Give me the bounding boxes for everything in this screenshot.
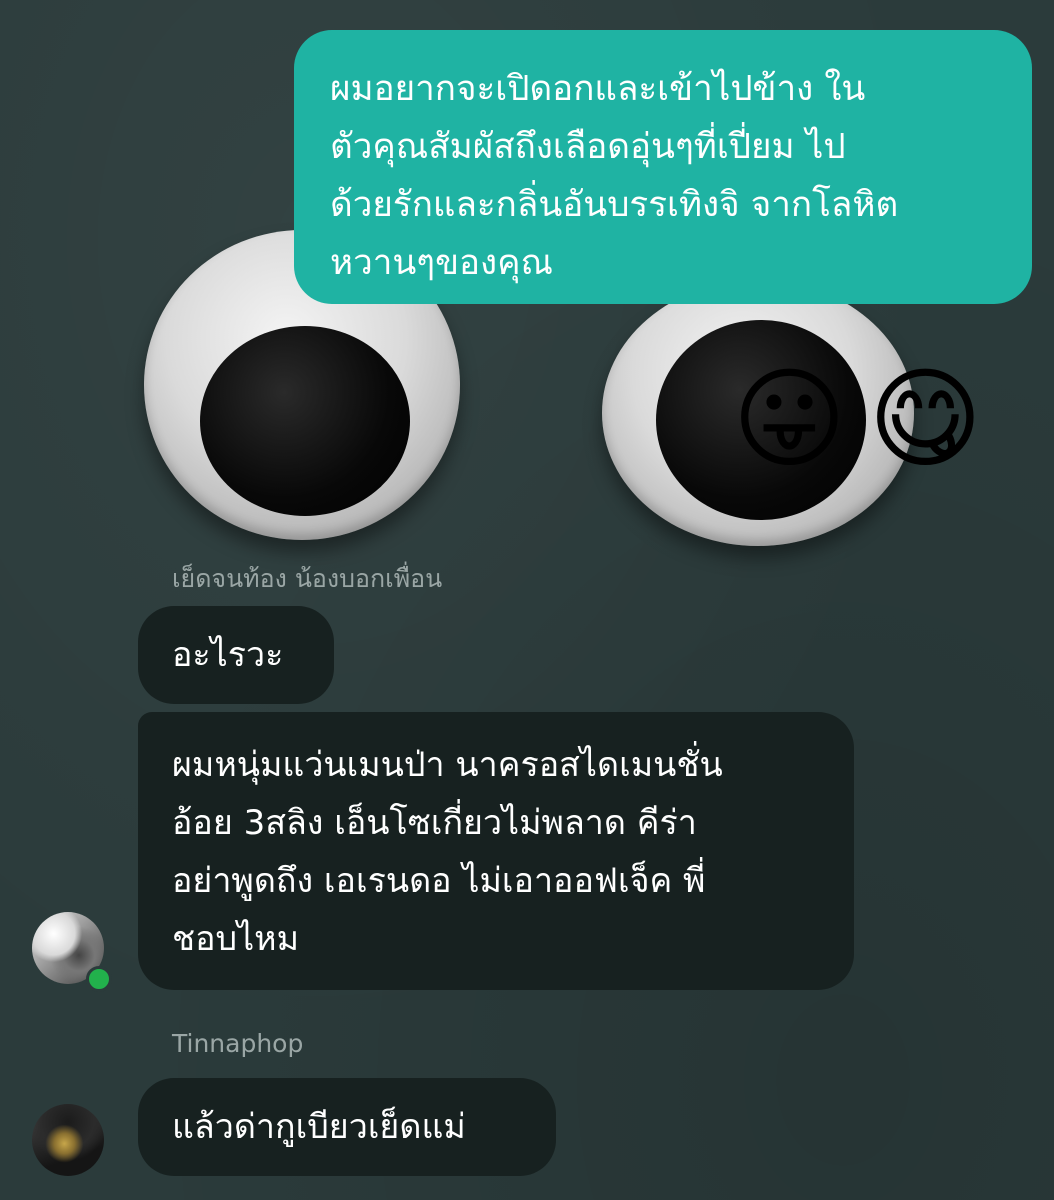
message-line: ด้วยรักและกลิ่นอันบรรเทิงจิ จากโลหิต — [330, 185, 899, 225]
sender-name: เย็ดจนท้อง น้องบอกเพื่อน — [172, 564, 443, 593]
incoming-message-bubble[interactable]: อะไรวะ — [138, 606, 334, 704]
chat-conversation[interactable]: 😛 😋 ผมอยากจะเปิดอกและเข้าไปข้าง ใน ตัวคุ… — [0, 0, 1054, 1200]
message-line: ผมอยากจะเปิดอกและเข้าไปข้าง ใน — [330, 69, 866, 109]
online-status-indicator — [86, 966, 112, 992]
message-line: อย่าพูดถึง เอเรนดอ ไม่เอาออฟเจ็ค พี่ — [172, 861, 706, 901]
message-line: ชอบไหม — [172, 919, 300, 959]
incoming-message-bubble[interactable]: ผมหนุ่มแว่นเมนป่า นาครอสไดเมนชั่น อ้อย 3… — [138, 712, 854, 990]
message-line: อะไรวะ — [172, 635, 284, 675]
sender-name: Tinnaphop — [172, 1029, 304, 1058]
incoming-message-bubble[interactable]: แล้วด่ากูเบียวเย็ดแม่ — [138, 1078, 556, 1176]
message-line: แล้วด่ากูเบียวเย็ดแม่ — [172, 1107, 466, 1147]
outgoing-message-bubble[interactable]: ผมอยากจะเปิดอกและเข้าไปข้าง ใน ตัวคุณสัม… — [294, 30, 1032, 304]
message-line: ผมหนุ่มแว่นเมนป่า นาครอสไดเมนชั่น — [172, 745, 723, 785]
message-line: อ้อย 3สลิง เอ็นโซเกี่ยวไม่พลาด คีร่า — [172, 803, 697, 843]
pupil-left — [200, 326, 410, 516]
message-line: ตัวคุณสัมผัสถึงเลือดอุ่นๆที่เปี่ยม ไป — [330, 127, 846, 167]
tongue-out-emoji: 😛 — [732, 355, 847, 483]
sender-avatar[interactable] — [32, 1104, 104, 1176]
message-line: หวานๆของคุณ — [330, 243, 554, 283]
yum-face-emoji: 😋 — [868, 355, 983, 483]
